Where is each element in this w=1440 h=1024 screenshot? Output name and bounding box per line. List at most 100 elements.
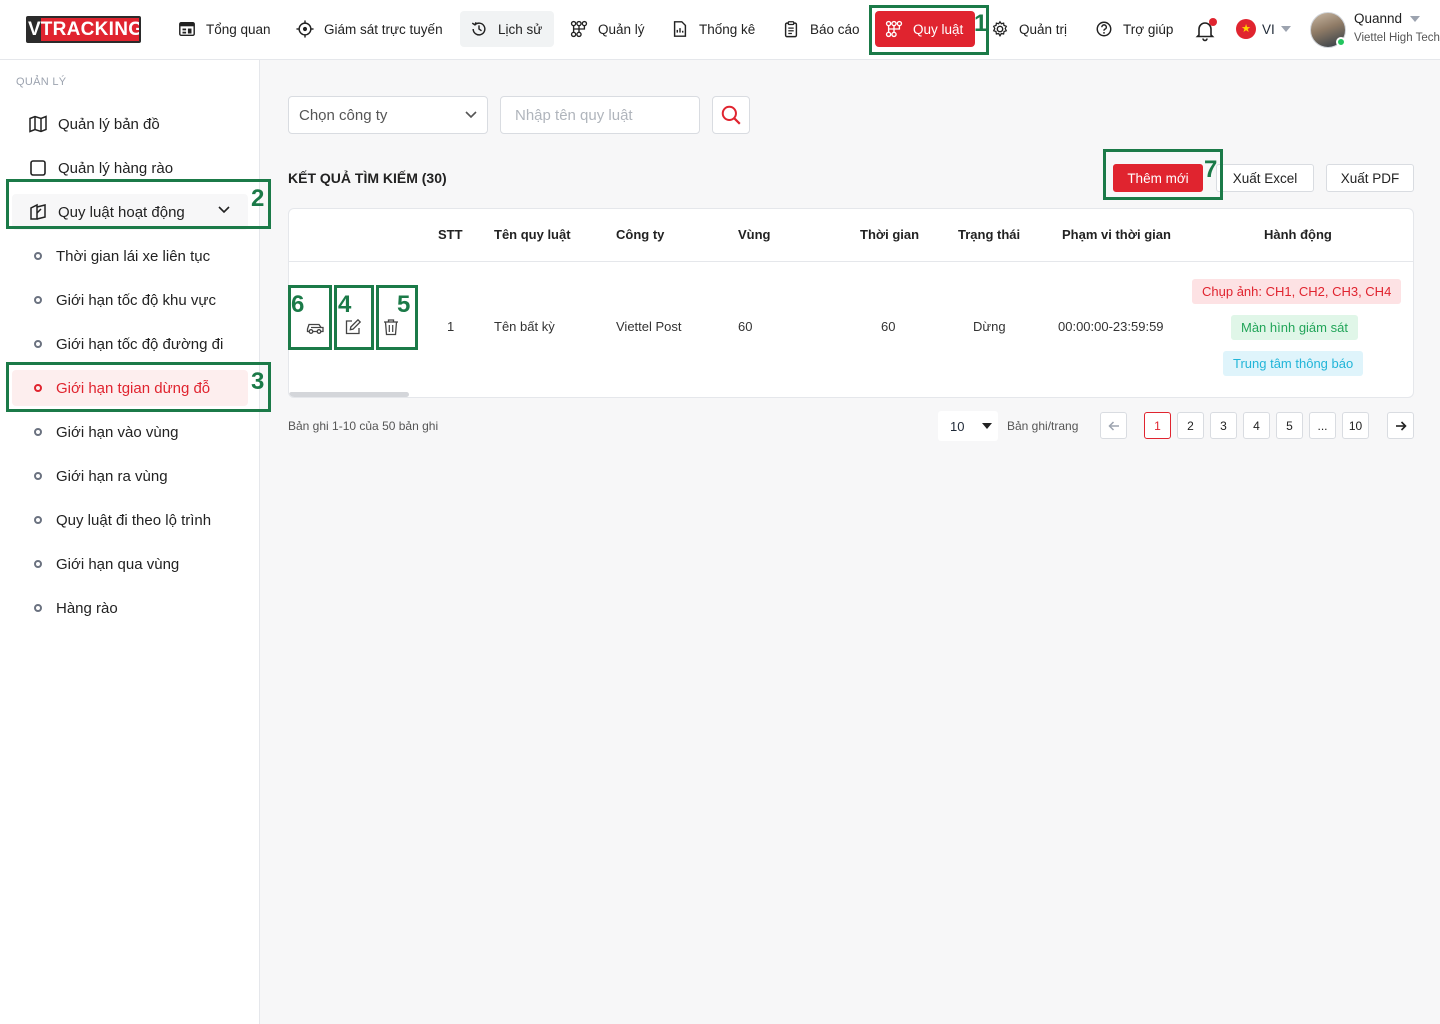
online-status-dot: [1336, 37, 1346, 47]
nodes-icon: [570, 20, 588, 38]
page-button[interactable]: 3: [1210, 412, 1237, 439]
cell-zone: 60: [738, 319, 753, 334]
sidebar-subitem-stop-time-limit[interactable]: Giới hạn tgian dừng đỗ: [12, 370, 248, 406]
caret-down-icon: [982, 423, 993, 429]
vietnam-flag-icon: [1236, 19, 1256, 39]
rules-icon: [885, 20, 903, 38]
annotation-number-2: 2: [251, 185, 265, 212]
page-button[interactable]: 10: [1342, 412, 1369, 439]
sidebar-subitem-route-rule[interactable]: Quy luật đi theo lộ trình: [12, 502, 248, 538]
history-icon: [471, 22, 486, 36]
crosshair-icon: [296, 20, 314, 38]
cell-status: Dừng: [973, 319, 1006, 334]
sidebar-subitem-area-speed-limit[interactable]: Giới hạn tốc độ khu vực: [12, 282, 248, 318]
column-header: Trạng thái: [958, 227, 1021, 242]
sidebar-item-activity-rules[interactable]: Quy luật hoạt động: [12, 194, 248, 230]
horizontal-scrollbar[interactable]: [289, 392, 409, 397]
report-file-icon: [673, 21, 687, 37]
bullet-icon: [34, 516, 42, 524]
company-select[interactable]: Chọn công ty: [288, 96, 488, 134]
nav-dashboard[interactable]: Tổng quan: [168, 11, 281, 47]
cell-rule-name: Tên bất kỳ: [494, 319, 555, 334]
page-button[interactable]: 4: [1243, 412, 1270, 439]
language-selector[interactable]: VI: [1236, 19, 1291, 39]
dashboard-icon: [179, 21, 195, 37]
per-page-label: Bản ghi/trang: [1007, 419, 1079, 433]
annotation-number-4: 4: [338, 291, 352, 318]
export-excel-button[interactable]: Xuất Excel: [1216, 164, 1314, 192]
help-icon: [1096, 21, 1112, 37]
sidebar-item-fence-management[interactable]: Quản lý hàng rào: [12, 150, 248, 186]
main-content: Chọn công ty KẾT QUẢ TÌM KIẾM (30) Thêm …: [260, 60, 1440, 1024]
gear-icon: [992, 20, 1008, 37]
annotation-number-5: 5: [397, 291, 411, 318]
per-page-select[interactable]: 10: [938, 411, 998, 441]
sidebar-subitem-zone-exit-limit[interactable]: Giới hạn ra vùng: [12, 458, 248, 494]
sidebar-subitem-zone-pass-limit[interactable]: Giới hạn qua vùng: [12, 546, 248, 582]
cell-company: Viettel Post: [616, 319, 682, 334]
nav-help[interactable]: Trợ giúp: [1085, 11, 1183, 47]
nav-history[interactable]: Lịch sử: [460, 11, 554, 47]
next-page-button[interactable]: [1387, 412, 1414, 439]
column-header: Hành động: [1264, 227, 1332, 242]
chevron-down-icon: [1280, 26, 1291, 32]
add-new-button[interactable]: Thêm mới: [1113, 164, 1203, 192]
annotation-number-7: 7: [1204, 156, 1218, 183]
vehicle-icon[interactable]: [305, 317, 325, 337]
nav-management[interactable]: Quản lý: [560, 11, 655, 47]
results-table: STT Tên quy luật Công ty Vùng Thời gian …: [288, 208, 1414, 398]
user-menu[interactable]: Quannd: [1354, 11, 1421, 26]
bullet-icon: [34, 340, 42, 348]
sidebar: QUẢN LÝ Quản lý bản đồ Quản lý hàng rào …: [0, 60, 260, 1024]
sidebar-subitem-continuous-driving[interactable]: Thời gian lái xe liên tục: [12, 238, 248, 274]
user-avatar[interactable]: [1310, 12, 1346, 48]
bullet-icon: [34, 428, 42, 436]
trash-icon[interactable]: [381, 317, 401, 337]
column-header: Phạm vi thời gian: [1062, 227, 1171, 242]
nav-reports[interactable]: Báo cáo: [772, 11, 870, 47]
sidebar-subitem-fence[interactable]: Hàng rào: [12, 590, 248, 626]
action-tag-notification-center: Trung tâm thông báo: [1223, 351, 1364, 376]
page-button[interactable]: 1: [1144, 412, 1171, 439]
top-navigation-bar: V TRACKING Tổng quan Giám sát trực tuyến…: [0, 0, 1440, 60]
page-ellipsis[interactable]: ...: [1309, 412, 1336, 439]
map-icon: [29, 115, 47, 133]
chevron-down-icon: [1410, 15, 1421, 22]
action-tag-monitor-screen: Màn hình giám sát: [1231, 315, 1358, 340]
action-tag-capture: Chụp ảnh: CH1, CH2, CH3, CH4: [1192, 279, 1402, 304]
pagination-info: Bản ghi 1-10 của 50 bản ghi: [288, 419, 439, 433]
cell-stt: 1: [447, 319, 455, 334]
page-button[interactable]: 2: [1177, 412, 1204, 439]
column-header: Vùng: [738, 227, 771, 242]
bullet-icon: [34, 560, 42, 568]
edit-icon[interactable]: [343, 317, 363, 337]
export-pdf-button[interactable]: Xuất PDF: [1326, 164, 1414, 192]
bullet-icon: [34, 384, 42, 392]
nav-online-monitoring[interactable]: Giám sát trực tuyến: [286, 11, 453, 47]
square-icon: [30, 160, 46, 176]
sidebar-item-map-management[interactable]: Quản lý bản đồ: [12, 106, 248, 142]
nav-rules[interactable]: Quy luật: [875, 11, 975, 47]
cell-time-range: 00:00:00-23:59:59: [1058, 319, 1164, 334]
notification-dot: [1209, 18, 1217, 26]
nav-statistics[interactable]: Thống kê: [661, 11, 765, 47]
vtracking-logo[interactable]: V TRACKING: [26, 16, 141, 43]
bullet-icon: [34, 296, 42, 304]
rule-name-input[interactable]: [500, 96, 700, 134]
column-header: STT: [438, 227, 463, 242]
page-button[interactable]: 5: [1276, 412, 1303, 439]
results-title: KẾT QUẢ TÌM KIẾM (30): [288, 170, 447, 186]
annotation-number-6: 6: [291, 291, 305, 318]
nav-admin[interactable]: Quản trị: [981, 11, 1077, 47]
sidebar-subitem-road-speed-limit[interactable]: Giới hạn tốc độ đường đi: [12, 326, 248, 362]
arrow-left-icon: [1107, 420, 1119, 431]
cell-time: 60: [881, 319, 896, 334]
search-button[interactable]: [712, 96, 750, 134]
prev-page-button[interactable]: [1100, 412, 1127, 439]
rules-book-icon: [30, 203, 46, 220]
arrow-right-icon: [1395, 420, 1407, 431]
sidebar-subitem-zone-entry-limit[interactable]: Giới hạn vào vùng: [12, 414, 248, 450]
chevron-down-icon: [465, 111, 477, 119]
bullet-icon: [34, 252, 42, 260]
notification-bell-icon[interactable]: [1193, 18, 1217, 42]
